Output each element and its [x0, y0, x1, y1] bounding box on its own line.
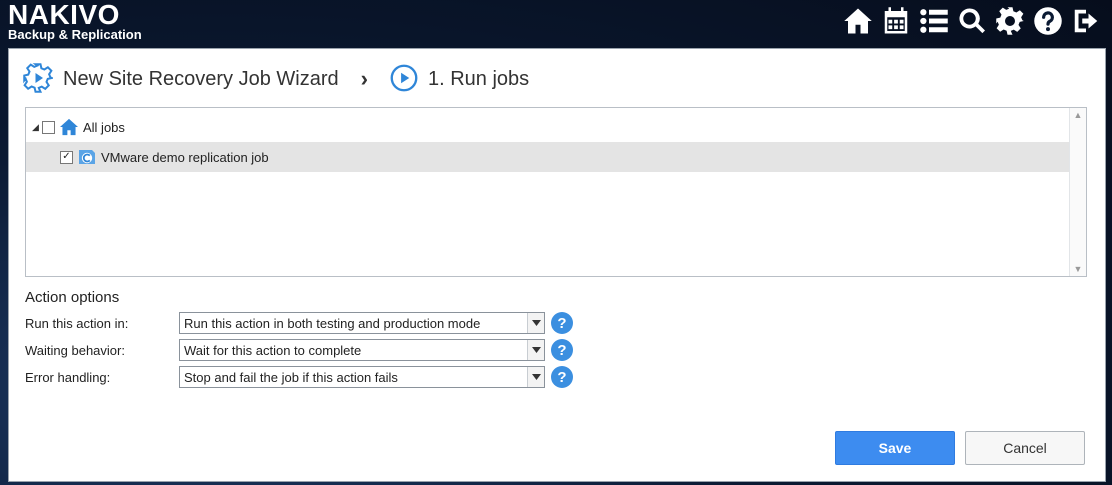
run-action-label: Run this action in: — [25, 315, 129, 331]
gear-icon[interactable] — [994, 4, 1026, 38]
help-icon[interactable] — [1032, 4, 1064, 38]
error-handling-label: Error handling: — [25, 369, 111, 385]
select-value: Wait for this action to complete — [184, 342, 362, 358]
error-handling-select[interactable]: Stop and fail the job if this action fai… — [179, 366, 545, 388]
step-title: 1. Run jobs — [427, 67, 530, 90]
tree-label: All jobs — [83, 119, 125, 135]
wizard-panel: New Site Recovery Job Wizard › 1. Run jo… — [8, 48, 1106, 482]
action-options-title: Action options — [25, 289, 120, 306]
cancel-button[interactable]: Cancel — [965, 431, 1085, 465]
all-jobs-checkbox[interactable] — [42, 120, 55, 134]
error-handling-row: Error handling: Stop and fail the job if… — [25, 366, 573, 388]
home-icon[interactable] — [842, 4, 874, 38]
wizard-header: New Site Recovery Job Wizard › 1. Run jo… — [23, 61, 529, 97]
tree-scrollbar[interactable]: ▲ ▼ — [1069, 108, 1086, 276]
help-icon[interactable]: ? — [551, 312, 573, 334]
calendar-icon[interactable] — [880, 4, 912, 38]
scroll-down-icon[interactable]: ▼ — [1070, 262, 1086, 276]
jobs-tree: ◢ All jobs ✓ VMware demo replication job… — [25, 107, 1087, 277]
select-value: Run this action in both testing and prod… — [184, 315, 481, 331]
run-action-row: Run this action in: Run this action in b… — [25, 312, 573, 334]
chevron-down-icon[interactable] — [527, 340, 544, 360]
chevron-down-icon[interactable] — [527, 367, 544, 387]
play-step-icon — [390, 64, 418, 95]
nakivo-logo: NAKIVO Backup & Replication — [8, 0, 142, 42]
home-icon — [59, 118, 79, 136]
tree-row-job[interactable]: ✓ VMware demo replication job — [26, 142, 1069, 172]
chevron-down-icon[interactable] — [527, 313, 544, 333]
help-icon[interactable]: ? — [551, 339, 573, 361]
search-icon[interactable] — [956, 4, 988, 38]
help-icon[interactable]: ? — [551, 366, 573, 388]
nav-icons — [842, 4, 1102, 38]
select-value: Stop and fail the job if this action fai… — [184, 369, 398, 385]
logo-subtitle: Backup & Replication — [8, 27, 142, 42]
tree-row-all-jobs[interactable]: ◢ All jobs — [26, 112, 1069, 142]
collapse-icon[interactable]: ◢ — [32, 122, 40, 133]
logout-icon[interactable] — [1070, 4, 1102, 38]
top-bar: NAKIVO Backup & Replication — [0, 0, 1112, 44]
wizard-gear-icon — [23, 62, 55, 96]
tree-label: VMware demo replication job — [101, 149, 269, 165]
waiting-behavior-select[interactable]: Wait for this action to complete — [179, 339, 545, 361]
chevron-right-icon: › — [360, 66, 368, 91]
list-icon[interactable] — [918, 4, 950, 38]
save-button[interactable]: Save — [835, 431, 955, 465]
run-action-select[interactable]: Run this action in both testing and prod… — [179, 312, 545, 334]
wizard-title: New Site Recovery Job Wizard — [63, 67, 339, 90]
replication-job-icon — [77, 147, 97, 167]
logo-name: NAKIVO — [8, 0, 120, 30]
scroll-up-icon[interactable]: ▲ — [1070, 108, 1086, 122]
waiting-behavior-row: Waiting behavior: Wait for this action t… — [25, 339, 573, 361]
job-checkbox[interactable]: ✓ — [60, 150, 73, 164]
waiting-behavior-label: Waiting behavior: — [25, 342, 125, 358]
